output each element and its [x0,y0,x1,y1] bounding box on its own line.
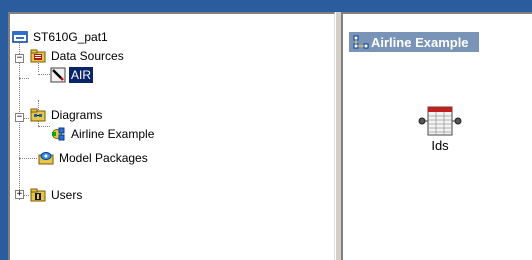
project-tree: − − + ST610G_pat1 Data Sources AIR Diagr… [10,14,334,260]
app-window: − − + ST610G_pat1 Data Sources AIR Diagr… [0,0,532,260]
tree-node-diagrams[interactable]: Diagrams [30,106,104,124]
tree-connector [38,126,50,127]
data-sources-folder-icon [30,48,46,64]
users-folder-icon [30,187,46,203]
tree-node-root[interactable]: ST610G_pat1 [12,28,110,46]
tree-node-label: Model Packages [59,151,148,165]
diagram-title: Airline Example [371,34,469,50]
tree-node-label: AIR [69,67,94,83]
diagram-icon [50,126,66,142]
tree-node-model-packages[interactable]: Model Packages [38,149,150,167]
expand-users-toggle[interactable]: + [15,190,24,199]
tree-connector [38,74,50,75]
model-packages-icon [38,150,54,166]
diagrams-folder-icon [30,107,46,123]
table-node-label: Ids [431,138,449,153]
diagram-pane[interactable]: Airline Example Ids [342,12,532,260]
project-icon [12,29,28,45]
project-tree-pane[interactable]: − − + ST610G_pat1 Data Sources AIR Diagr… [8,12,335,260]
tree-node-label: Users [51,188,83,202]
tree-node-label: ST610G_pat1 [33,30,108,44]
collapse-data-sources-toggle[interactable]: − [15,54,24,63]
diagram-title-icon [353,34,369,50]
table-node[interactable] [417,106,463,136]
tree-node-label: Diagrams [51,108,103,122]
collapse-diagrams-toggle[interactable]: − [15,113,24,122]
tree-node-label: Data Sources [51,49,124,63]
tree-node-air[interactable]: AIR [50,66,94,84]
diagram-title-bar: Airline Example [349,32,479,52]
tree-node-airline-example[interactable]: Airline Example [50,125,156,143]
data-source-icon [50,67,66,83]
tree-node-users[interactable]: Users [30,186,84,204]
tree-node-data-sources[interactable]: Data Sources [30,47,126,65]
tree-node-label: Airline Example [71,127,155,141]
table-node-icon [418,106,462,136]
tree-connector [19,158,37,159]
tree-connector [19,78,29,79]
pane-splitter[interactable] [335,12,342,260]
